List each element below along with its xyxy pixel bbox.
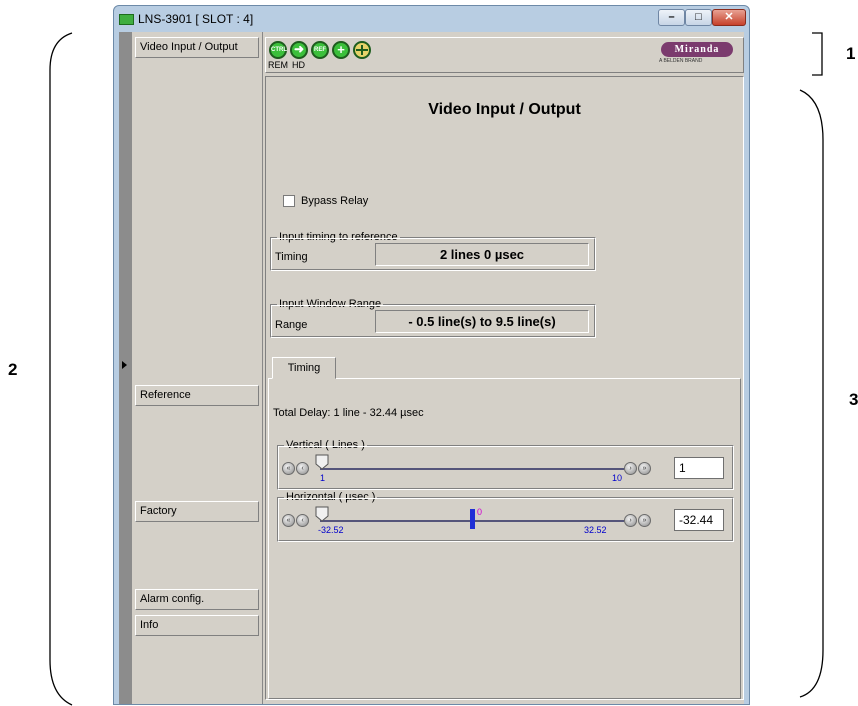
horizontal-slider-thumb[interactable] (315, 506, 329, 522)
vertical-forward-button[interactable]: › (624, 462, 637, 475)
sidebar-item-alarm-config[interactable]: Alarm config. (135, 589, 259, 610)
gpi-glyph-icon (356, 45, 368, 55)
horizontal-value-field[interactable]: -32.44 (674, 509, 724, 531)
title-bar[interactable]: LNS-3901 [ SLOT : 4] – □ ✕ (114, 6, 749, 34)
logo-text: Miranda (661, 42, 733, 57)
vertical-max-label: 10 (612, 473, 623, 483)
horizontal-group: Horizontal ( µsec ) « ‹ 0 -32.52 32.52 ›… (277, 491, 734, 542)
range-label: Range (275, 319, 308, 331)
maximize-icon: □ (695, 11, 702, 23)
total-delay-text: Total Delay: 1 line - 32.44 µsec (273, 407, 424, 419)
timing-readout: 2 lines 0 µsec (375, 243, 589, 266)
ctrl-status-icon[interactable]: CTRL (269, 41, 287, 59)
horizontal-min-label: -32.52 (318, 525, 344, 535)
horizontal-fast-forward-button[interactable]: » (638, 514, 651, 527)
vertical-fast-forward-button[interactable]: » (638, 462, 651, 475)
input-arrow-icon[interactable]: ➜ (290, 41, 308, 59)
input-timing-group: Input timing to reference Timing 2 lines… (270, 231, 596, 271)
logo-subtext: A BELDEN BRAND (659, 58, 703, 64)
gpi-status-icon[interactable] (353, 41, 371, 59)
vertical-fast-back-button[interactable]: « (282, 462, 295, 475)
vertical-slider-thumb[interactable] (315, 454, 329, 470)
timing-tab-panel: Total Delay: 1 line - 32.44 µsec Vertica… (268, 378, 741, 699)
app-icon (119, 14, 134, 25)
input-timing-legend: Input timing to reference (277, 231, 400, 243)
input-window-group: Input Window Range Range - 0.5 line(s) t… (270, 298, 596, 338)
horizontal-back-button[interactable]: ‹ (296, 514, 309, 527)
tab-timing[interactable]: Timing (272, 357, 336, 379)
close-icon: ✕ (724, 11, 734, 23)
hd-label: HD (292, 60, 305, 70)
sidebar-item-video-input-output[interactable]: Video Input / Output (135, 37, 259, 58)
app-window: LNS-3901 [ SLOT : 4] – □ ✕ Video Input /… (113, 5, 750, 705)
input-window-legend: Input Window Range (277, 298, 384, 310)
expand-arrow-icon[interactable] (122, 361, 127, 369)
window-client: Video Input / Output Reference Factory A… (119, 32, 744, 704)
page-title: Video Input / Output (428, 101, 581, 118)
ref-status-icon[interactable]: REF (311, 41, 329, 59)
horizontal-zero-marker (470, 509, 475, 529)
maximize-button[interactable]: □ (685, 9, 712, 26)
add-icon[interactable]: + (332, 41, 350, 59)
vertical-slider-track[interactable] (320, 468, 624, 470)
collapse-strip[interactable] (119, 32, 132, 704)
vertical-min-label: 1 (320, 473, 326, 483)
minimize-icon: – (668, 11, 675, 23)
close-button[interactable]: ✕ (712, 9, 746, 26)
status-toolbar: CTRL REM ➜ HD REF + Miranda A BELDEN BRA… (265, 37, 744, 73)
sidebar-item-factory[interactable]: Factory (135, 501, 259, 522)
range-readout: - 0.5 line(s) to 9.5 line(s) (375, 310, 589, 333)
minimize-button[interactable]: – (658, 9, 685, 26)
vertical-legend: Vertical ( Lines ) (284, 439, 367, 451)
horizontal-forward-button[interactable]: › (624, 514, 637, 527)
vertical-group: Vertical ( Lines ) « ‹ 1 10 › » 1 (277, 439, 734, 490)
bypass-relay-checkbox[interactable] (283, 195, 295, 207)
callout-1: 1 (846, 44, 856, 63)
callout-2: 2 (8, 360, 18, 379)
content-panel: Video Input / Output Bypass Relay Input … (265, 76, 744, 700)
horizontal-max-label: 32.52 (584, 525, 607, 535)
horizontal-legend: Horizontal ( µsec ) (284, 491, 378, 503)
rem-label: REM (268, 60, 288, 70)
main-area: CTRL REM ➜ HD REF + Miranda A BELDEN BRA… (264, 32, 744, 704)
horizontal-zero-label: 0 (477, 507, 483, 517)
callout-3: 3 (849, 390, 858, 409)
vertical-back-button[interactable]: ‹ (296, 462, 309, 475)
sidebar: Video Input / Output Reference Factory A… (132, 32, 263, 704)
bypass-relay-label: Bypass Relay (301, 195, 369, 207)
miranda-logo: Miranda A BELDEN BRAND (657, 42, 737, 64)
sidebar-item-reference[interactable]: Reference (135, 385, 259, 406)
sidebar-item-info[interactable]: Info (135, 615, 259, 636)
timing-label: Timing (275, 251, 308, 263)
horizontal-fast-back-button[interactable]: « (282, 514, 295, 527)
vertical-value-field[interactable]: 1 (674, 457, 724, 479)
window-title: LNS-3901 [ SLOT : 4] (138, 12, 254, 26)
